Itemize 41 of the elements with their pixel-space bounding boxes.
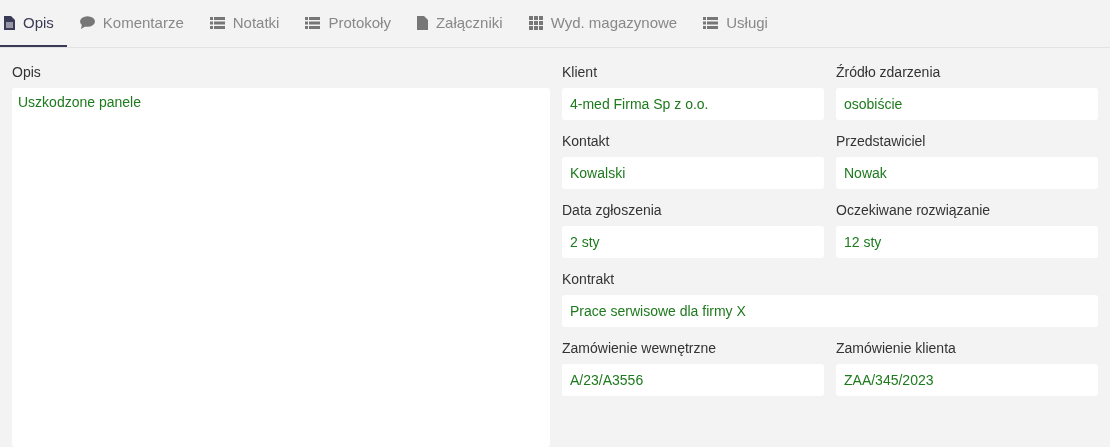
field-label: Klient: [562, 64, 599, 80]
field-label: Data zgłoszenia: [562, 202, 663, 218]
input-field[interactable]: ZAA/345/2023: [836, 364, 1098, 396]
tab[interactable]: Notatki: [204, 0, 293, 47]
list-icon: [209, 16, 225, 29]
input-field[interactable]: Kowalski: [562, 157, 824, 189]
input-field[interactable]: 4-med Firma Sp z o.o.: [562, 88, 824, 120]
description-field[interactable]: Uszkodzone panele: [12, 88, 550, 447]
tab-label: Opis: [23, 14, 54, 31]
field-label: Zamówienie wewnętrzne: [562, 340, 718, 356]
document-icon: [4, 15, 15, 30]
tab[interactable]: Załączniki: [411, 0, 516, 47]
input-field[interactable]: A/23/A3556: [562, 364, 824, 396]
tab[interactable]: Wyd. magazynowe: [523, 0, 691, 47]
field-label: Zamówienie klienta: [836, 340, 957, 356]
input-field[interactable]: 12 sty: [836, 226, 1098, 258]
speech-bubble-icon: [79, 16, 95, 29]
tab[interactable]: Protokoły: [300, 0, 404, 47]
list-icon: [305, 16, 321, 29]
field-label: Kontakt: [562, 133, 611, 149]
field-label: Opis: [12, 64, 42, 80]
input-field[interactable]: Nowak: [836, 157, 1098, 189]
file-icon: [416, 15, 428, 30]
tab[interactable]: Usługi: [698, 0, 781, 47]
tab-label: Protokoły: [328, 14, 391, 31]
field-label: Kontrakt: [562, 271, 616, 287]
tab[interactable]: Opis: [0, 0, 67, 47]
input-field[interactable]: 2 sty: [562, 226, 824, 258]
tab-label: Notatki: [232, 14, 280, 31]
field-label: Źródło zdarzenia: [836, 64, 942, 80]
tab-label: Komentarze: [102, 14, 184, 31]
field-label: Oczekiwane rozwiązanie: [836, 202, 992, 218]
input-field[interactable]: osobiście: [836, 88, 1098, 120]
grid-icon: [528, 15, 543, 30]
tab-label: Załączniki: [435, 14, 503, 31]
tab-label: Usługi: [726, 14, 768, 31]
list-icon: [703, 16, 719, 29]
field-label: Przedstawiciel: [836, 133, 927, 149]
tab[interactable]: Komentarze: [74, 0, 197, 47]
input-field[interactable]: Prace serwisowe dla firmy X: [562, 295, 1098, 327]
tab-label: Wyd. magazynowe: [550, 14, 678, 31]
